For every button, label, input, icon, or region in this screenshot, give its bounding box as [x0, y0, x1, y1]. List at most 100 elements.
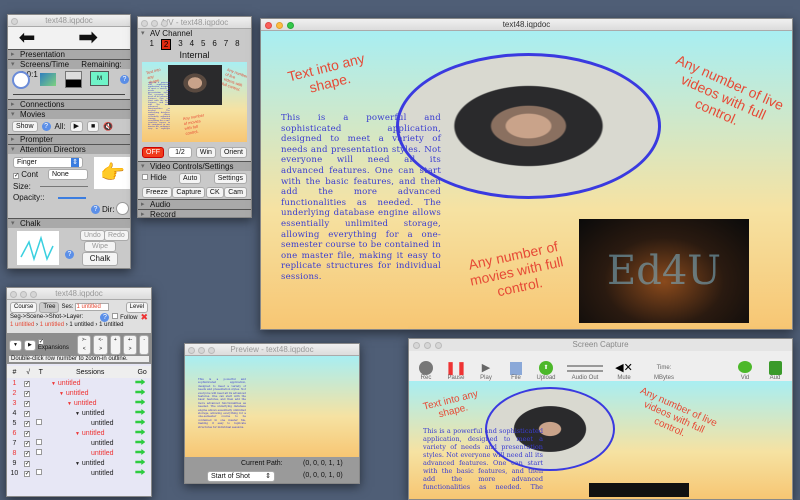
channel-8[interactable]: 8: [235, 39, 239, 50]
settings-button[interactable]: Settings: [213, 173, 247, 184]
undo-button[interactable]: Undo: [80, 230, 105, 241]
section-video-controls[interactable]: Video Controls/Settings: [138, 161, 251, 172]
rec-button[interactable]: Rec: [411, 361, 441, 381]
go-button[interactable]: [133, 448, 151, 458]
section-screens-time[interactable]: Screens/Time Remaining: 0:0:1: [8, 59, 130, 79]
row-check[interactable]: ✓: [22, 468, 35, 478]
freeze-button[interactable]: Freeze: [142, 187, 172, 198]
go-button[interactable]: [133, 388, 151, 398]
ses-field[interactable]: 1 untitled: [75, 303, 110, 311]
off-button[interactable]: OFF: [142, 147, 164, 158]
chalk-button[interactable]: Chalk: [82, 252, 118, 266]
stop-icon[interactable]: ■: [87, 121, 100, 132]
row-number[interactable]: 6: [7, 428, 22, 438]
orient-button[interactable]: Orient: [219, 147, 247, 158]
capture-button[interactable]: Capture: [172, 187, 206, 198]
row-check[interactable]: ✓: [22, 378, 35, 388]
disclosure-icon[interactable]: ▼: [75, 461, 80, 467]
cont-select[interactable]: None: [48, 169, 88, 180]
section-audio[interactable]: Audio: [138, 199, 251, 210]
collapse-toggle-icon[interactable]: ▼: [9, 339, 22, 351]
table-row[interactable]: 3 ✓ ▼ untitled: [7, 398, 151, 408]
help-icon[interactable]: ?: [41, 122, 51, 131]
row-t[interactable]: [34, 448, 47, 458]
section-chalk[interactable]: Chalk: [8, 218, 130, 229]
table-row[interactable]: 4 ✓ ▼ untitled: [7, 408, 151, 418]
auto-button[interactable]: Auto: [178, 173, 202, 184]
session-cell[interactable]: ▼ untitled: [47, 388, 133, 398]
row-t[interactable]: [34, 418, 47, 428]
outline-nav-button[interactable]: +->: [122, 335, 138, 355]
table-row[interactable]: 7 ✓ untitled: [7, 438, 151, 448]
hide-checkbox[interactable]: Hide: [142, 173, 167, 184]
session-cell[interactable]: ▼ untitled: [47, 378, 133, 388]
go-button[interactable]: [133, 438, 151, 448]
show-button[interactable]: Show: [12, 121, 38, 132]
outline-nav-button[interactable]: -: [139, 335, 149, 355]
pointer-select[interactable]: Finger ⇕: [13, 157, 83, 168]
row-t[interactable]: [34, 468, 47, 478]
chalk-canvas[interactable]: [17, 231, 59, 265]
section-prompter[interactable]: Prompter: [8, 134, 130, 145]
go-button[interactable]: [133, 418, 151, 428]
row-number[interactable]: 7: [7, 438, 22, 448]
back-arrow-button[interactable]: ⬅: [8, 27, 46, 49]
go-button[interactable]: [133, 428, 151, 438]
play-icon[interactable]: ▶: [69, 121, 84, 132]
row-t[interactable]: [34, 378, 47, 388]
audio-out-slider[interactable]: Audio Out: [561, 361, 609, 381]
wipe-button[interactable]: Wipe: [84, 241, 116, 252]
section-movies[interactable]: Movies: [8, 109, 130, 120]
forward-arrow-button[interactable]: ➡: [46, 26, 130, 50]
session-cell[interactable]: untitled: [47, 448, 133, 458]
breadcrumb-item[interactable]: 1 untitled: [99, 322, 123, 328]
row-t[interactable]: [34, 408, 47, 418]
redo-button[interactable]: Redo: [104, 230, 129, 241]
breadcrumb-item[interactable]: 1 untitled: [40, 322, 64, 328]
row-check[interactable]: ✓: [22, 398, 35, 408]
course-button[interactable]: Course: [10, 301, 38, 313]
go-button[interactable]: [133, 458, 151, 468]
row-number[interactable]: 9: [7, 458, 22, 468]
opacity-slider[interactable]: [58, 197, 86, 199]
file-button[interactable]: File: [501, 362, 531, 381]
row-t[interactable]: [34, 388, 47, 398]
cont-checkbox[interactable]: ✓ Cont: [13, 170, 38, 179]
cam-button[interactable]: Cam: [224, 187, 247, 198]
help-icon[interactable]: ?: [100, 312, 110, 322]
session-cell[interactable]: ▼ untitled: [47, 398, 133, 408]
row-t[interactable]: [34, 438, 47, 448]
help-icon[interactable]: ?: [91, 205, 100, 214]
start-select[interactable]: Start of Shot ⇕: [207, 471, 275, 482]
upload-button[interactable]: ⬆ Upload: [531, 361, 561, 381]
close-x-icon[interactable]: ✖: [140, 312, 148, 323]
table-row[interactable]: 2 ✓ ▼ untitled: [7, 388, 151, 398]
table-row[interactable]: 10 ✓ untitled: [7, 468, 151, 478]
session-cell[interactable]: untitled: [47, 438, 133, 448]
vid-button[interactable]: Vid: [730, 361, 760, 381]
scale-select[interactable]: 1/2: [168, 147, 192, 158]
movie-player[interactable]: Ed4U: [579, 219, 749, 323]
section-attention-directors[interactable]: Attention Directors: [8, 144, 130, 155]
session-cell[interactable]: ▼ untitled: [47, 428, 133, 438]
row-check[interactable]: ✓: [22, 388, 35, 398]
clock-icon[interactable]: [12, 71, 30, 89]
row-number[interactable]: 3: [7, 398, 22, 408]
outline-nav-button[interactable]: >-<: [76, 335, 92, 355]
monitor-button[interactable]: M: [90, 71, 109, 86]
go-button[interactable]: [133, 468, 151, 478]
channel-1[interactable]: 1: [149, 39, 153, 50]
channel-3[interactable]: 3: [178, 39, 182, 50]
row-check[interactable]: ✓: [22, 438, 35, 448]
session-cell[interactable]: ▼ untitled: [47, 408, 133, 418]
channel-2[interactable]: 2: [160, 39, 172, 50]
breadcrumb-item[interactable]: 1 untitled: [69, 322, 93, 328]
pause-button[interactable]: ❚❚ Pause: [441, 361, 471, 382]
help-icon[interactable]: ?: [120, 75, 129, 84]
row-t[interactable]: [34, 458, 47, 468]
channel-5[interactable]: 5: [201, 39, 205, 50]
row-number[interactable]: 5: [7, 418, 22, 428]
disclosure-icon[interactable]: ▼: [59, 391, 64, 397]
table-row[interactable]: 8 ✓ untitled: [7, 448, 151, 458]
size-slider[interactable]: [40, 186, 88, 187]
